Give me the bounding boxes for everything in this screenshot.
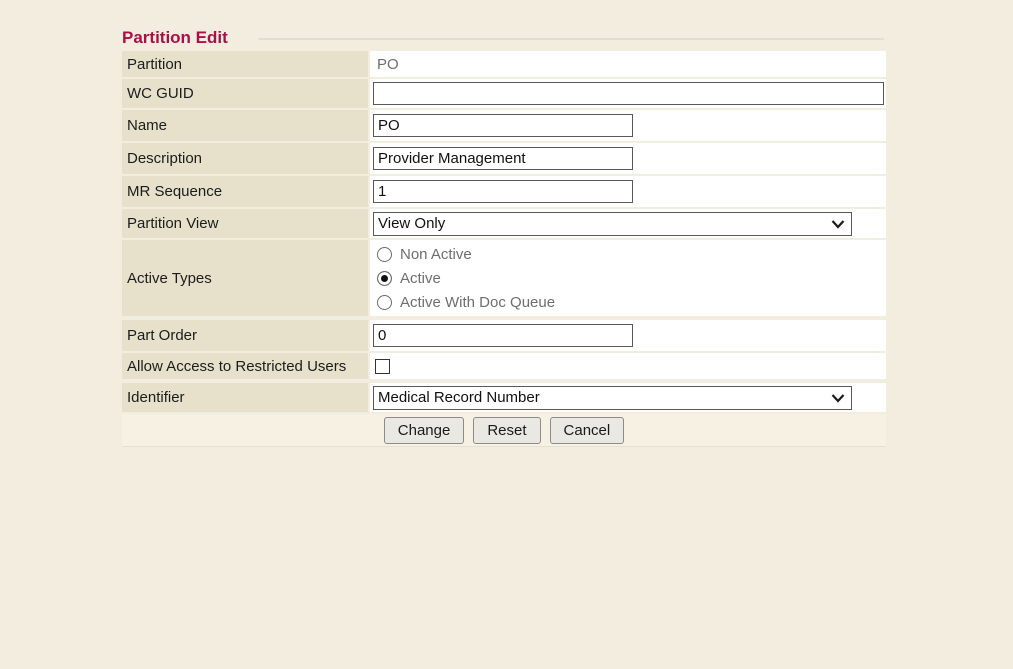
description-input[interactable] [373,147,633,170]
row-active-types: Active Types Non Active Active Active Wi… [122,240,886,316]
change-button[interactable]: Change [384,417,465,444]
active-with-doc-queue-radio[interactable] [377,295,392,310]
radio-option-active: Active [373,266,441,290]
wc-guid-label: WC GUID [122,79,368,108]
non-active-radio-label: Non Active [400,246,472,263]
title-divider [258,38,884,40]
reset-button[interactable]: Reset [473,417,540,444]
name-input[interactable] [373,114,633,137]
row-description: Description [122,143,886,174]
row-wc-guid: WC GUID [122,79,886,108]
identifier-select-wrap: Medical Record Number [373,386,852,410]
row-allow-access: Allow Access to Restricted Users [122,353,886,379]
partition-edit-form: Partition Edit Partition PO WC GUID Name… [122,28,886,447]
page-title-text: Partition Edit [122,28,228,47]
part-order-label: Part Order [122,320,368,351]
name-label: Name [122,110,368,141]
row-name: Name [122,110,886,141]
allow-access-label: Allow Access to Restricted Users [122,353,368,379]
row-partition-view: Partition View View Only [122,209,886,238]
page-title: Partition Edit [122,28,886,48]
wc-guid-input[interactable] [373,82,884,105]
mr-sequence-input[interactable] [373,180,633,203]
partition-view-select[interactable]: View Only [373,212,852,236]
row-partition: Partition PO [122,51,886,77]
active-radio-label: Active [400,270,441,287]
active-radio[interactable] [377,271,392,286]
radio-option-non-active: Non Active [373,242,472,266]
partition-label: Partition [122,51,368,77]
active-types-label: Active Types [122,240,368,316]
radio-option-active-with-doc-queue: Active With Doc Queue [373,290,555,314]
mr-sequence-label: MR Sequence [122,176,368,207]
row-part-order: Part Order [122,320,886,351]
description-label: Description [122,143,368,174]
non-active-radio[interactable] [377,247,392,262]
form-actions: Change Reset Cancel [122,414,886,447]
part-order-input[interactable] [373,324,633,347]
partition-value: PO [373,56,399,73]
cancel-button[interactable]: Cancel [550,417,625,444]
row-identifier: Identifier Medical Record Number [122,383,886,412]
identifier-select[interactable]: Medical Record Number [373,386,852,410]
identifier-label: Identifier [122,383,368,412]
partition-view-label: Partition View [122,209,368,238]
partition-view-select-wrap: View Only [373,212,852,236]
row-mr-sequence: MR Sequence [122,176,886,207]
allow-access-checkbox[interactable] [375,359,390,374]
active-with-doc-queue-radio-label: Active With Doc Queue [400,294,555,311]
